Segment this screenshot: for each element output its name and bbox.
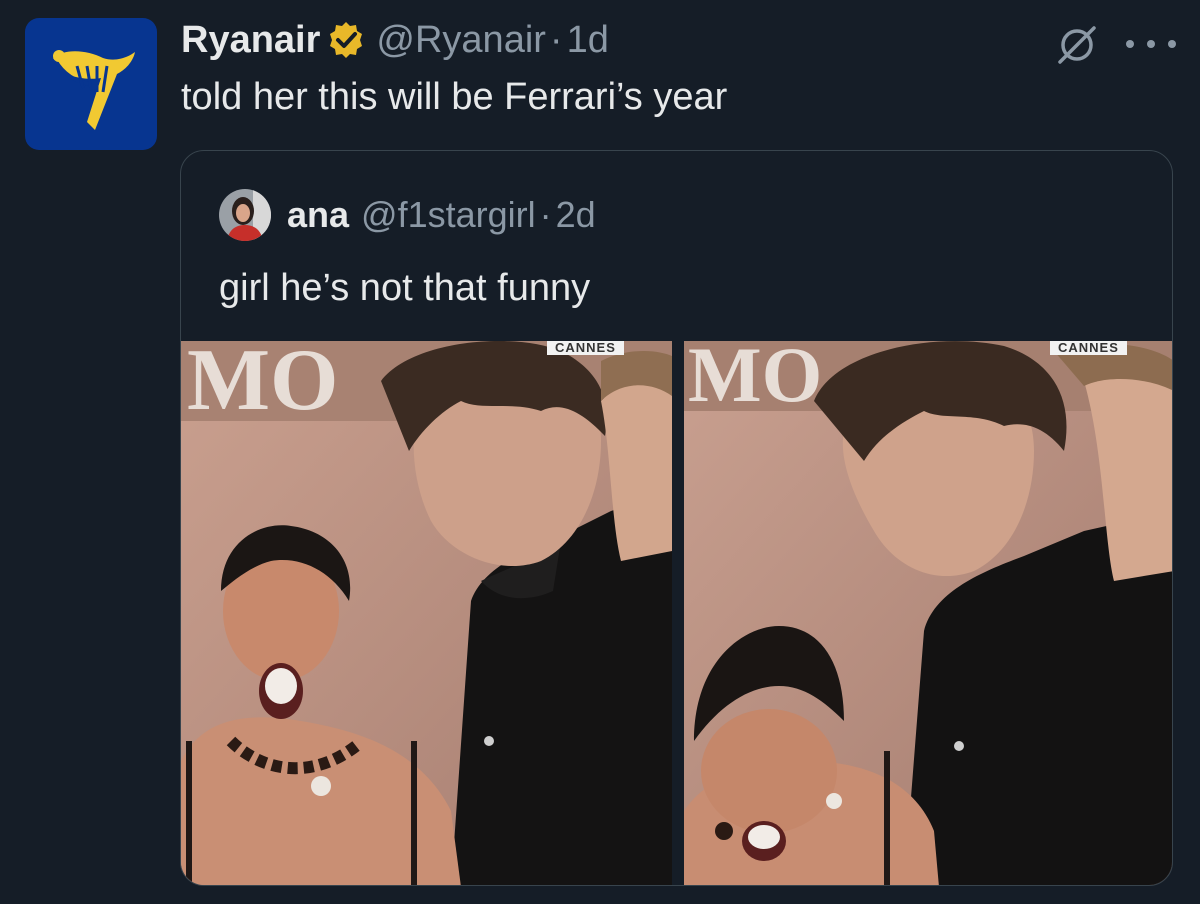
quoted-tweet-card[interactable]: ana @f1stargirl · 2d girl he’s not that … [180,150,1173,886]
cannes-watermark: CANNES [547,341,624,355]
separator-dot: · [549,18,563,61]
quoted-tweet-time[interactable]: 2d [556,194,596,236]
quoted-author-avatar[interactable] [219,189,271,241]
author-handle[interactable]: @Ryanair [376,19,546,62]
separator-dot: · [539,194,552,235]
quoted-tweet-text: girl he’s not that funny [219,267,591,309]
media-photo-2[interactable]: MO CANNES [684,341,1172,885]
tweet-text: told her this will be Ferrari’s year [181,76,728,118]
verified-badge-icon [326,20,366,60]
grok-icon[interactable] [1054,22,1100,68]
tweet-header: Ryanair @Ryanair · 1d [181,16,609,64]
tweet-time[interactable]: 1d [567,19,609,62]
quoted-tweet-header: ana @f1stargirl · 2d [219,187,596,243]
ryanair-harp-logo-icon [53,50,135,130]
media-photo-1[interactable]: MO CANNES [181,341,672,885]
quoted-author-handle[interactable]: @f1stargirl [361,194,536,236]
cannes-watermark: CANNES [1050,341,1127,355]
backdrop-text: MO [688,341,822,418]
ryanair-avatar[interactable] [25,18,157,150]
more-options-icon[interactable] [1126,26,1176,62]
author-name[interactable]: Ryanair [181,19,320,62]
backdrop-text: MO [187,341,339,429]
quoted-author-name[interactable]: ana [287,194,349,236]
